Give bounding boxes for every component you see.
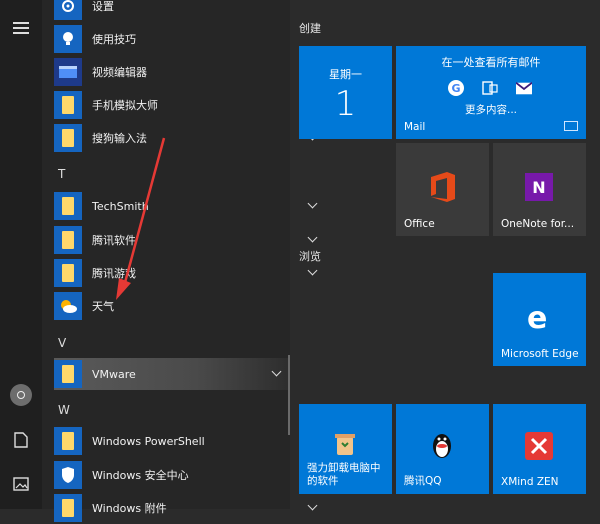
app-item-windows-accessories[interactable]: Windows 附件 — [54, 492, 326, 524]
video-editor-icon — [54, 58, 82, 86]
folder-icon — [54, 427, 82, 455]
section-letter-w[interactable]: W — [58, 403, 70, 417]
section-letter-v[interactable]: V — [58, 336, 66, 350]
onenote-tile[interactable]: N OneNote for... — [493, 143, 586, 236]
app-item-label: 使用技巧 — [92, 33, 136, 46]
yahoo-mail-icon — [516, 80, 532, 96]
edge-icon: e — [527, 301, 548, 336]
app-item-settings[interactable]: 设置 — [54, 0, 326, 22]
chevron-down-icon — [271, 366, 282, 377]
tile-group-create[interactable]: 创建 — [299, 20, 321, 36]
calendar-tile[interactable]: 星期一 1 — [299, 46, 392, 139]
office-tile-label: Office — [404, 218, 435, 230]
app-item-label: 视频编辑器 — [92, 66, 147, 79]
folder-icon — [54, 259, 82, 287]
qq-tile[interactable]: 腾讯QQ — [396, 404, 489, 494]
chevron-down-icon — [307, 265, 318, 276]
xmind-tile-label: XMind ZEN — [501, 476, 559, 488]
app-item-weather[interactable]: 天气 — [54, 290, 326, 322]
app-item-security-center[interactable]: Windows 安全中心 — [54, 459, 326, 491]
user-avatar-icon — [10, 384, 32, 406]
xmind-tile[interactable]: XMind ZEN — [493, 404, 586, 494]
app-item-phone-emulator[interactable]: 手机模拟大师 — [54, 89, 326, 121]
app-item-tencent-games[interactable]: 腾讯游戏 — [54, 257, 326, 289]
folder-icon — [54, 494, 82, 522]
calendar-day: 星期一 — [329, 68, 362, 81]
mail-top-text: 在一处查看所有邮件 — [441, 56, 541, 69]
uninstall-tile-label: 强力卸载电脑中的软件 — [307, 462, 381, 487]
edge-tile-label: Microsoft Edge — [501, 348, 579, 360]
app-item-sogou-input[interactable]: 搜狗输入法 — [54, 122, 326, 154]
pictures-button[interactable] — [0, 466, 42, 502]
app-item-video-editor[interactable]: 视频编辑器 — [54, 56, 326, 88]
tips-lightbulb-icon — [54, 25, 82, 53]
google-icon: G — [448, 80, 464, 96]
mail-tile-label: Mail — [404, 121, 426, 133]
shield-icon — [54, 461, 82, 489]
recycle-bin-icon — [334, 432, 356, 460]
app-item-vmware[interactable]: VMware — [54, 358, 290, 390]
start-rail — [0, 0, 42, 509]
section-letter-t[interactable]: T — [58, 167, 65, 181]
folder-icon — [54, 360, 82, 388]
folder-icon — [54, 91, 82, 119]
gear-icon — [54, 0, 82, 20]
xmind-icon — [525, 432, 553, 460]
app-item-tips[interactable]: 使用技巧 — [54, 23, 326, 55]
qq-penguin-icon — [430, 430, 454, 464]
pictures-icon — [13, 477, 29, 491]
app-item-techsmith[interactable]: TechSmith — [54, 190, 326, 222]
office-tile[interactable]: Office — [396, 143, 489, 236]
onenote-tile-label: OneNote for... — [501, 218, 575, 230]
uninstall-tile[interactable]: 强力卸载电脑中的软件 — [299, 404, 392, 494]
document-icon — [14, 432, 28, 448]
folder-icon — [54, 226, 82, 254]
mail-more-text: 更多内容... — [464, 104, 517, 116]
edge-tile[interactable]: e Microsoft Edge — [493, 273, 586, 366]
weather-icon — [54, 292, 82, 320]
hamburger-menu-button[interactable] — [0, 10, 42, 46]
app-item-label: 设置 — [92, 0, 114, 13]
mail-account-icons: G — [448, 80, 532, 96]
documents-button[interactable] — [0, 422, 42, 458]
mail-tile[interactable]: 在一处查看所有邮件 G 更多内容... Mail — [396, 46, 586, 139]
app-item-label: 搜狗输入法 — [92, 132, 147, 145]
hamburger-icon — [13, 22, 29, 34]
app-item-label: Windows 安全中心 — [92, 469, 189, 482]
app-item-label: TechSmith — [92, 199, 149, 213]
account-button[interactable] — [0, 377, 42, 413]
folder-icon — [54, 192, 82, 220]
envelope-icon — [564, 121, 578, 131]
app-item-label: Windows 附件 — [92, 502, 167, 515]
onenote-icon: N — [525, 173, 553, 201]
app-item-label: 天气 — [92, 300, 114, 313]
app-item-powershell[interactable]: Windows PowerShell — [54, 425, 326, 457]
outlook-icon — [482, 80, 498, 96]
app-item-label: 手机模拟大师 — [92, 99, 158, 112]
qq-tile-label: 腾讯QQ — [404, 475, 442, 487]
tile-group-browse[interactable]: 浏览 — [299, 248, 321, 264]
office-icon — [429, 171, 457, 207]
chevron-down-icon — [307, 232, 318, 243]
app-item-tencent-software[interactable]: 腾讯软件 — [54, 224, 326, 256]
app-item-label: 腾讯游戏 — [92, 267, 136, 280]
scrollbar[interactable] — [288, 355, 290, 435]
folder-icon — [54, 124, 82, 152]
chevron-down-icon — [307, 198, 318, 209]
app-list: 设置 使用技巧 视频编辑器 手机模拟大师 搜狗输入法 T TechSmith 腾… — [42, 0, 318, 522]
app-item-label: Windows PowerShell — [92, 434, 205, 448]
calendar-date: 1 — [334, 84, 357, 124]
app-item-label: VMware — [92, 367, 136, 381]
app-item-label: 腾讯软件 — [92, 234, 136, 247]
